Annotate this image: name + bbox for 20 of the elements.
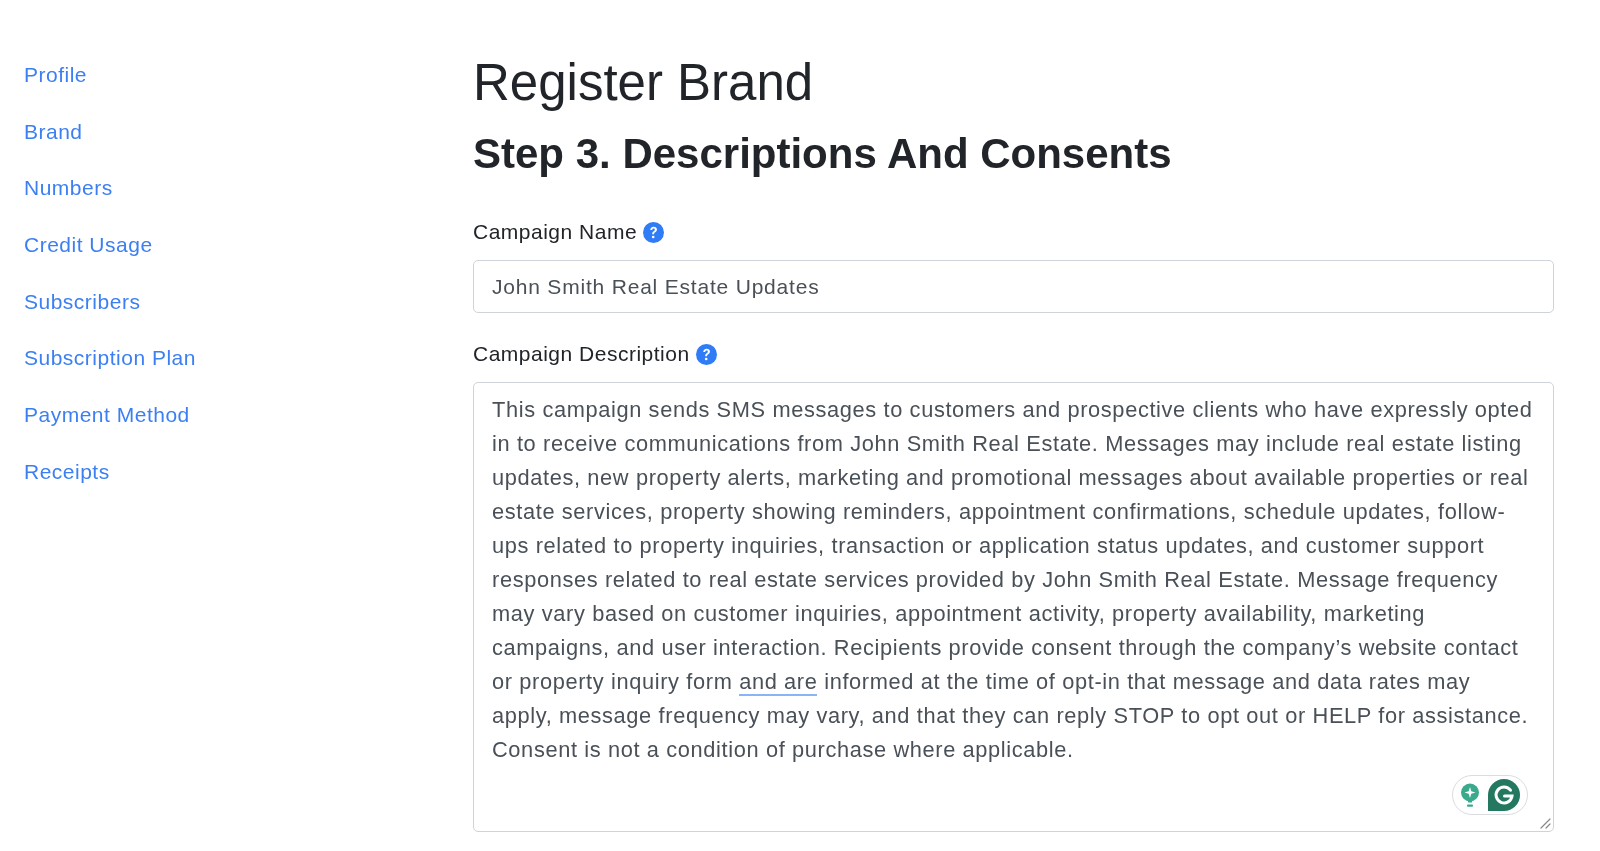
- sidebar-link[interactable]: Subscribers: [24, 286, 141, 317]
- input-field[interactable]: John Smith Real Estate Updates: [473, 260, 1554, 313]
- field-label: Campaign Description: [473, 341, 690, 367]
- sidebar-link[interactable]: Credit Usage: [24, 230, 153, 261]
- assistant-widget[interactable]: [1452, 775, 1528, 815]
- help-icon[interactable]: [695, 343, 717, 365]
- sidebar-link[interactable]: Brand: [24, 116, 83, 147]
- sidebar-link[interactable]: Subscription Plan: [24, 343, 196, 374]
- sidebar-link[interactable]: Payment Method: [24, 400, 190, 431]
- step-heading: Step 3. Descriptions And Consents: [473, 130, 1173, 178]
- sidebar-link[interactable]: Receipts: [24, 456, 110, 487]
- lightbulb-icon: [1460, 782, 1480, 808]
- sidebar-link[interactable]: Numbers: [24, 173, 113, 204]
- textarea-field[interactable]: This campaign sends SMS messages to customers and prospective clients who have expressly opted in to receive communications from John Smith Real Estate. Messages may include real estate listing updates, new property alerts, marketing and promotional messages about available properties or real estate services, property showing reminders, appointment confirmations, schedule updates, follow-ups related to property inquiries, transaction or application status updates, and customer support responses related to real estate services provided by John Smith Real Estate. Message frequency may vary based on customer inquiries, appointment activity, property availability, marketing campaigns, and user interaction. Recipients provide consent through the company’s website contact or property inquiry form and are informed at the time of opt-in that message and data rates may apply, message frequency may vary, and that they can reply STOP to opt out or HELP for assistance. Consent is not a condition of purchase where applicable.: [473, 382, 1554, 832]
- logo-icon: [1488, 779, 1520, 811]
- sidebar-link[interactable]: Profile: [24, 60, 88, 90]
- page-title: Register Brand: [473, 53, 815, 113]
- field-label: Campaign Name: [473, 219, 638, 245]
- help-icon[interactable]: [643, 221, 665, 243]
- resize-grip-icon: [1540, 818, 1551, 829]
